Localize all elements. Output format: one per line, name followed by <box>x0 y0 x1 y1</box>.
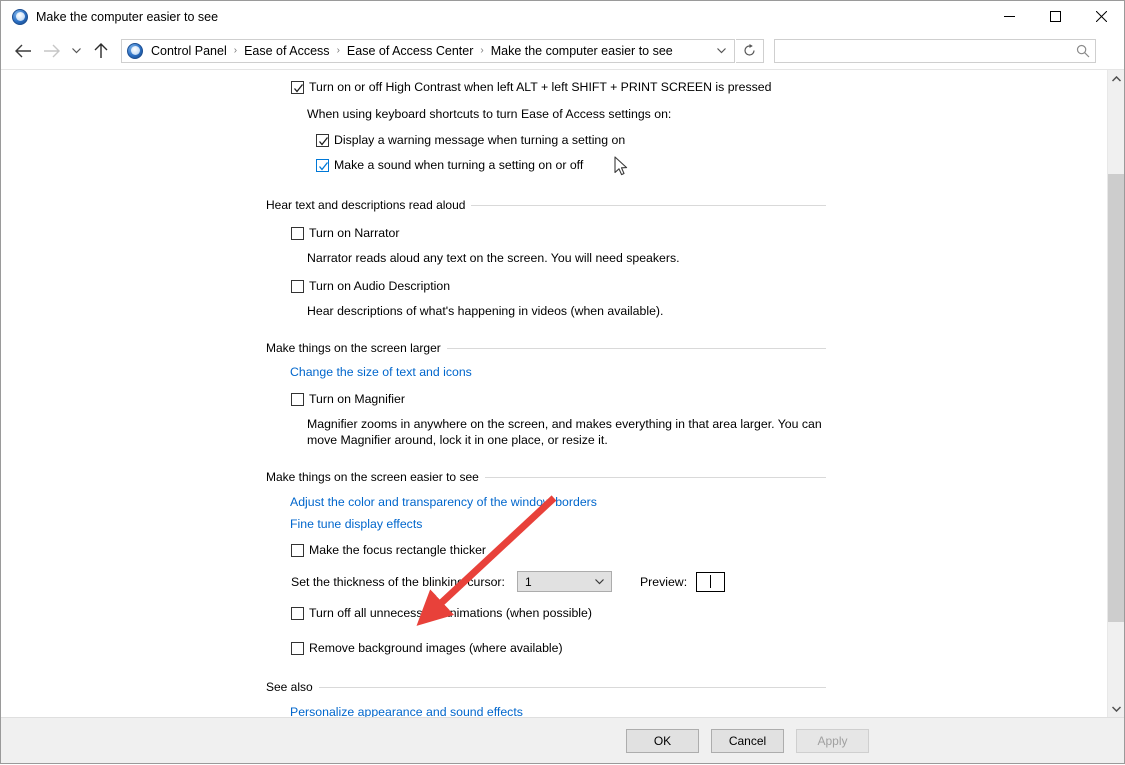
checkbox-narrator[interactable] <box>291 227 304 240</box>
back-arrow-icon[interactable] <box>9 36 37 66</box>
cursor-preview-box <box>696 571 726 592</box>
minimize-button[interactable] <box>986 1 1032 32</box>
section-rule <box>446 347 826 349</box>
section-heading-row: See also <box>1 680 1106 694</box>
content-area: Turn on or off High Contrast when left A… <box>1 69 1124 717</box>
option-remove-background-images[interactable]: Remove background images (where availabl… <box>291 641 1106 655</box>
checkbox-high-contrast[interactable] <box>291 81 304 94</box>
settings-pane-inner: Turn on or off High Contrast when left A… <box>1 70 1106 717</box>
option-focus-rectangle[interactable]: Make the focus rectangle thicker <box>291 543 1106 557</box>
section-rule <box>484 476 826 478</box>
section-easier-to-see: Make things on the screen easier to see … <box>1 470 1106 655</box>
forward-arrow-icon <box>37 36 65 66</box>
section-screen-larger: Make things on the screen larger Change … <box>1 341 1106 448</box>
description-narrator: Narrator reads aloud any text on the scr… <box>307 251 680 265</box>
search-icon[interactable] <box>1071 44 1095 58</box>
checkbox-remove-background-images[interactable] <box>291 642 304 655</box>
maximize-button[interactable] <box>1032 1 1078 32</box>
option-magnifier[interactable]: Turn on Magnifier <box>291 392 1106 406</box>
vertical-scrollbar[interactable] <box>1107 70 1124 717</box>
search-input[interactable] <box>775 40 1071 61</box>
link-adjust-color-transparency[interactable]: Adjust the color and transparency of the… <box>290 495 597 509</box>
refresh-icon[interactable] <box>736 38 764 63</box>
option-sound-toggle[interactable]: Make a sound when turning a setting on o… <box>316 158 1106 172</box>
description-magnifier: Magnifier zooms in anywhere on the scree… <box>307 417 822 447</box>
checkbox-sound-toggle[interactable] <box>316 159 329 172</box>
settings-pane: Turn on or off High Contrast when left A… <box>1 70 1107 717</box>
section-rule <box>318 686 826 688</box>
section-see-also: See also Personalize appearance and soun… <box>1 680 1106 717</box>
label-high-contrast: Turn on or off High Contrast when left A… <box>309 80 772 94</box>
label-cursor-thickness: Set the thickness of the blinking cursor… <box>291 574 505 589</box>
label-audio-description: Turn on Audio Description <box>309 279 451 293</box>
ok-button[interactable]: OK <box>626 728 699 753</box>
option-warning-message[interactable]: Display a warning message when turning a… <box>316 133 1106 147</box>
shortcut-note: When using keyboard shortcuts to turn Ea… <box>307 107 672 121</box>
address-dropdown-icon[interactable] <box>708 40 734 62</box>
option-audio-description[interactable]: Turn on Audio Description <box>291 279 1106 293</box>
close-button[interactable] <box>1078 1 1124 32</box>
chevron-down-icon[interactable] <box>595 575 604 589</box>
section-heading: See also <box>266 680 313 694</box>
up-arrow-icon[interactable] <box>87 36 115 66</box>
option-high-contrast[interactable]: Turn on or off High Contrast when left A… <box>291 80 1106 94</box>
dialog-footer: OK Cancel Apply <box>1 717 1124 763</box>
breadcrumb-separator: › <box>233 44 238 56</box>
label-sound-toggle: Make a sound when turning a setting on o… <box>334 158 584 172</box>
label-narrator: Turn on Narrator <box>309 226 400 240</box>
scroll-up-arrow-icon[interactable] <box>1108 70 1124 87</box>
chevron-down-icon[interactable] <box>65 36 87 66</box>
caret-icon <box>710 575 712 588</box>
link-fine-tune-display[interactable]: Fine tune display effects <box>290 517 422 531</box>
section-rule <box>471 204 826 206</box>
breadcrumb-item-3[interactable]: Make the computer easier to see <box>488 44 676 58</box>
label-magnifier: Turn on Magnifier <box>309 392 405 406</box>
checkbox-warning-message[interactable] <box>316 134 329 147</box>
breadcrumb-item-1[interactable]: Ease of Access <box>241 44 332 58</box>
apply-button: Apply <box>796 728 869 753</box>
checkbox-audio-description[interactable] <box>291 280 304 293</box>
section-heading-row: Make things on the screen larger <box>1 341 1106 355</box>
label-focus-rectangle: Make the focus rectangle thicker <box>309 543 487 557</box>
section-heading: Make things on the screen easier to see <box>266 470 479 484</box>
scrollbar-thumb[interactable] <box>1108 174 1124 622</box>
link-change-text-size[interactable]: Change the size of text and icons <box>290 365 472 379</box>
ease-of-access-icon <box>12 8 28 25</box>
breadcrumb-item-2[interactable]: Ease of Access Center <box>344 44 476 58</box>
checkbox-magnifier[interactable] <box>291 393 304 406</box>
description-audio-description: Hear descriptions of what's happening in… <box>307 304 664 318</box>
section-heading: Make things on the screen larger <box>266 341 441 355</box>
label-preview: Preview: <box>639 574 688 589</box>
address-bar[interactable]: Control Panel › Ease of Access › Ease of… <box>121 38 735 63</box>
label-remove-background-images: Remove background images (where availabl… <box>309 641 563 655</box>
option-narrator[interactable]: Turn on Narrator <box>291 226 1106 240</box>
title-bar: Make the computer easier to see <box>1 1 1124 32</box>
navigation-bar: Control Panel › Ease of Access › Ease of… <box>1 32 1124 69</box>
link-personalize-appearance[interactable]: Personalize appearance and sound effects <box>290 705 523 717</box>
label-warning-message: Display a warning message when turning a… <box>334 133 626 147</box>
checkbox-focus-rectangle[interactable] <box>291 544 304 557</box>
section-heading-row: Hear text and descriptions read aloud <box>1 198 1106 212</box>
breadcrumb-item-0[interactable]: Control Panel <box>148 44 230 58</box>
section-hear-text: Hear text and descriptions read aloud Tu… <box>1 198 1106 319</box>
search-box[interactable] <box>774 38 1096 63</box>
cancel-button[interactable]: Cancel <box>711 728 784 753</box>
breadcrumb-separator: › <box>480 44 484 56</box>
cursor-thickness-value: 1 <box>524 574 532 589</box>
scroll-down-arrow-icon[interactable] <box>1108 700 1124 717</box>
window-controls <box>986 1 1124 32</box>
control-panel-window: Make the computer easier to see Control … <box>0 0 1125 764</box>
option-turn-off-animations[interactable]: Turn off all unnecessary animations (whe… <box>291 606 1106 620</box>
ease-of-access-icon <box>127 42 143 59</box>
label-turn-off-animations: Turn off all unnecessary animations (whe… <box>309 606 592 620</box>
checkbox-turn-off-animations[interactable] <box>291 607 304 620</box>
cursor-thickness-dropdown[interactable]: 1 <box>516 571 612 592</box>
breadcrumb-separator: › <box>336 44 340 56</box>
window-title: Make the computer easier to see <box>36 9 219 24</box>
section-heading: Hear text and descriptions read aloud <box>266 198 466 212</box>
section-heading-row: Make things on the screen easier to see <box>1 470 1106 484</box>
cursor-thickness-row: Set the thickness of the blinking cursor… <box>291 571 1106 592</box>
